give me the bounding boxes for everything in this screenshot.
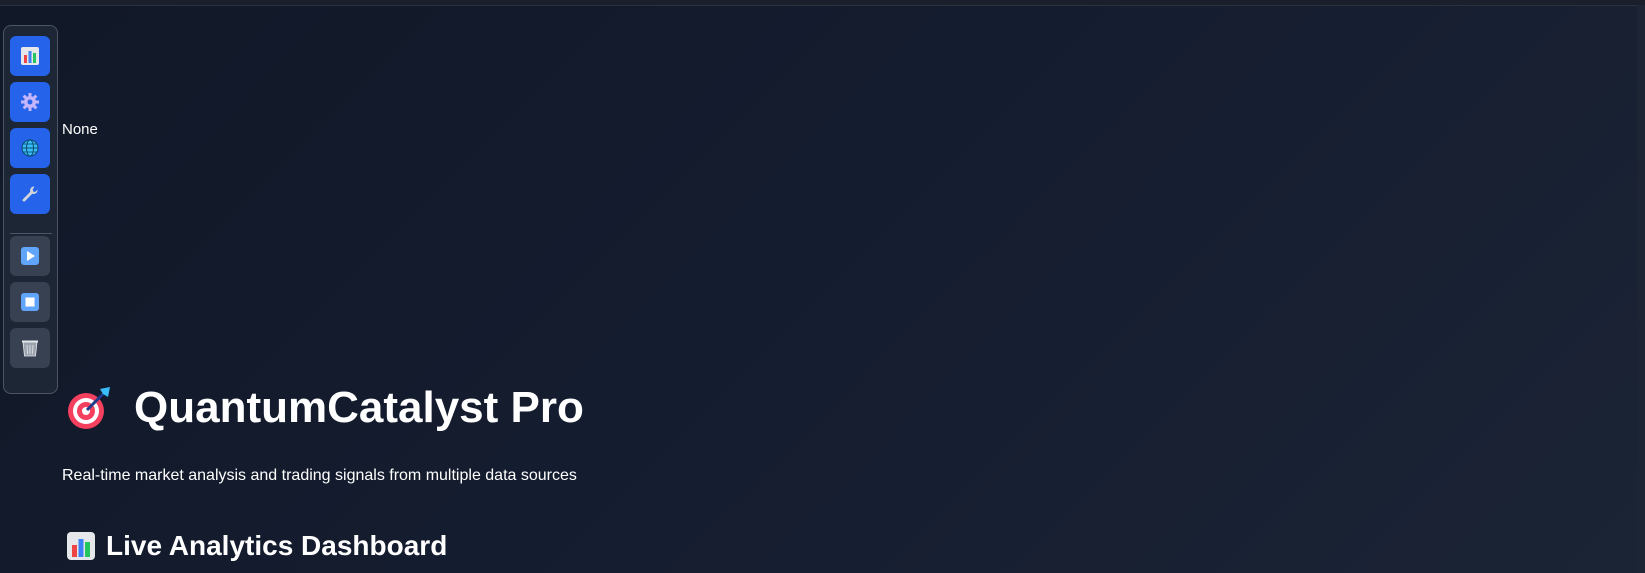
status-output: None: [62, 121, 98, 138]
stop-button[interactable]: [10, 282, 50, 322]
target-icon: [68, 387, 110, 429]
bar-chart-icon: [21, 47, 39, 65]
page-title: QuantumCatalyst Pro: [134, 383, 584, 432]
page-header: QuantumCatalyst Pro: [66, 383, 584, 433]
settings-button[interactable]: [10, 82, 50, 122]
tools-button[interactable]: [10, 174, 50, 214]
clear-button[interactable]: [10, 328, 50, 368]
section-title: Live Analytics Dashboard: [106, 530, 448, 561]
dashboard-button[interactable]: [10, 36, 50, 76]
bar-chart-icon: [67, 532, 95, 560]
play-icon: [21, 247, 39, 265]
gear-icon: [21, 93, 39, 111]
network-button[interactable]: [10, 128, 50, 168]
scrollbar[interactable]: [1637, 5, 1645, 573]
stop-icon: [21, 293, 39, 311]
globe-icon: [21, 139, 39, 157]
section-header: Live Analytics Dashboard: [66, 530, 447, 562]
floating-toolbar: [3, 25, 58, 394]
window-top-border: [0, 0, 1645, 6]
wrench-icon: [22, 186, 38, 202]
page-subtitle: Real-time market analysis and trading si…: [62, 467, 577, 484]
trash-icon: [22, 340, 38, 357]
play-button[interactable]: [10, 236, 50, 276]
toolbar-divider: [10, 233, 52, 234]
